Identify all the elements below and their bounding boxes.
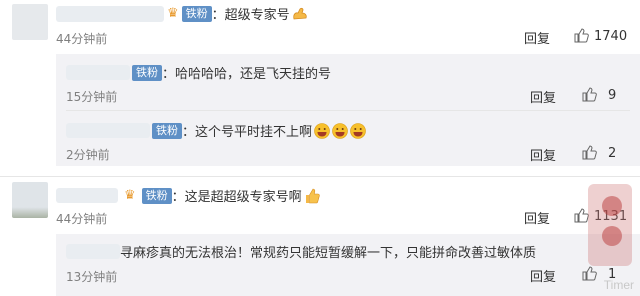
reply-button[interactable]: 回复 <box>530 145 556 164</box>
reply-button[interactable]: 回复 <box>524 28 550 47</box>
username-blurred[interactable] <box>66 244 120 259</box>
divider <box>66 110 630 111</box>
fan-badge[interactable]: 铁粉 <box>132 64 162 81</box>
thumbs-up-icon <box>574 208 589 223</box>
like-button[interactable]: 1740 <box>574 28 627 44</box>
reply-button[interactable]: 回复 <box>524 208 550 227</box>
fan-badge[interactable]: 铁粉 <box>141 187 172 204</box>
thumbs-up-icon <box>582 87 597 102</box>
reply-button[interactable]: 回复 <box>530 87 556 106</box>
flexed-biceps-icon <box>292 7 308 21</box>
reply-item: 铁粉 ：这个号平时挂不上啊 <box>66 121 366 140</box>
username-blurred[interactable] <box>56 188 118 203</box>
watermark-seal-dot <box>602 226 622 246</box>
like-count: 2 <box>608 146 617 161</box>
avatar[interactable] <box>12 4 48 40</box>
reply-time: 15分钟前 <box>66 90 118 104</box>
thumbs-up-icon <box>582 145 597 160</box>
fan-badge[interactable]: 铁粉 <box>181 5 212 22</box>
reply-time: 2分钟前 <box>66 148 110 162</box>
watermark-seal-dot <box>602 196 622 216</box>
grinning-face-icon <box>314 122 330 139</box>
comment-text: ：超级专家号 <box>211 8 290 23</box>
fan-badge[interactable]: 铁粉 <box>152 122 182 139</box>
username-blurred[interactable] <box>66 123 150 138</box>
avatar[interactable] <box>12 182 48 218</box>
grinning-face-icon <box>332 122 348 139</box>
comment-text: ：这是超超级专家号啊 <box>171 190 302 205</box>
reply-text: 寻麻疹真的无法根治！常规药只能短暂缓解一下，只能拼命改善过敏体质 <box>120 246 537 261</box>
crown-icon: ♛ <box>124 188 136 203</box>
thumbs-up-icon <box>582 266 597 281</box>
reply-button[interactable]: 回复 <box>530 266 556 285</box>
crown-icon: ♛ <box>167 6 179 21</box>
like-button[interactable]: 9 <box>582 87 616 103</box>
thumbs-up-icon <box>574 28 589 43</box>
comment-time: 44分钟前 <box>56 212 108 226</box>
username-blurred[interactable] <box>66 65 130 80</box>
comment-time: 44分钟前 <box>56 32 108 46</box>
reply-time: 13分钟前 <box>66 270 118 284</box>
like-count: 9 <box>608 88 617 103</box>
reply-text: ：这个号平时挂不上啊 <box>182 125 313 140</box>
username-blurred[interactable] <box>56 5 164 22</box>
like-button[interactable]: 2 <box>582 145 616 161</box>
watermark-text: Timer <box>603 278 634 292</box>
grinning-face-icon <box>350 122 366 139</box>
reply-item: 铁粉 ：哈哈哈哈，还是飞天挂的号 <box>66 63 331 82</box>
comment-divider <box>0 176 640 177</box>
reply-text: ：哈哈哈哈，还是飞天挂的号 <box>162 67 332 82</box>
like-count: 1740 <box>594 29 628 44</box>
thumbs-up-emoji-icon <box>304 188 320 204</box>
reply-item: 寻麻疹真的无法根治！常规药只能短暂缓解一下，只能拼命改善过敏体质 <box>66 242 536 261</box>
